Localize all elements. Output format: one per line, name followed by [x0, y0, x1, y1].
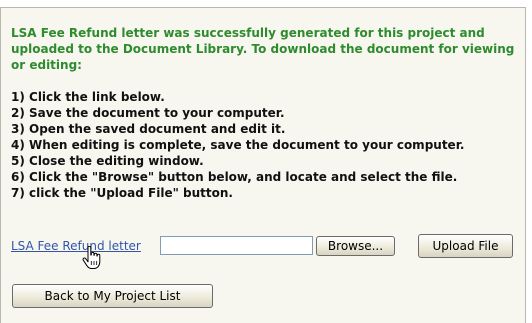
- back-to-project-list-button[interactable]: Back to My Project List: [12, 284, 213, 308]
- instruction-step-3: 3) Open the saved document and edit it.: [11, 122, 286, 136]
- instruction-step-4: 4) When editing is complete, save the do…: [11, 138, 465, 152]
- success-message: LSA Fee Refund letter was successfully g…: [11, 26, 515, 72]
- instruction-step-1: 1) Click the link below.: [11, 90, 165, 104]
- instruction-step-7: 7) click the "Upload File" button.: [11, 186, 233, 200]
- upload-file-button[interactable]: Upload File: [418, 234, 513, 258]
- instructions-list: 1) Click the link below. 2) Save the doc…: [11, 89, 521, 201]
- instruction-step-6: 6) Click the "Browse" button below, and …: [11, 170, 458, 184]
- file-path-input[interactable]: [160, 236, 313, 255]
- document-download-link[interactable]: LSA Fee Refund letter: [11, 238, 141, 254]
- browse-button[interactable]: Browse...: [316, 236, 395, 256]
- instruction-step-2: 2) Save the document to your computer.: [11, 106, 285, 120]
- instruction-step-5: 5) Close the editing window.: [11, 154, 204, 168]
